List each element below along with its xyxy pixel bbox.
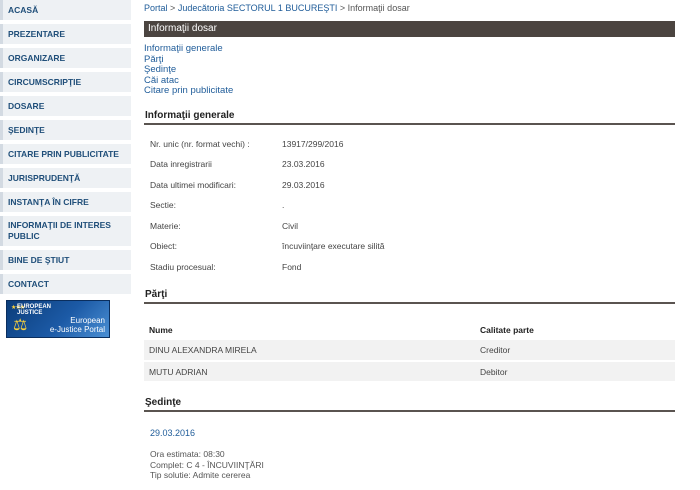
anchor-sedinte[interactable]: Şedinţe [144, 64, 675, 76]
section-title-parti: Părţi [144, 289, 675, 304]
info-label: Obiect: [150, 241, 177, 251]
info-value: Civil [282, 220, 299, 231]
breadcrumb-portal[interactable]: Portal [144, 3, 168, 13]
anchor-citare[interactable]: Citare prin publicitate [144, 85, 675, 97]
info-row: Materie: Civil [144, 221, 675, 242]
info-label: Nr. unic (nr. format vechi) : [150, 138, 250, 149]
info-row: Obiect: încuviinţare executare silită [144, 241, 675, 262]
banner-title-line2: e-Justice Portal [49, 325, 105, 334]
section-title-general: Informaţii generale [144, 110, 675, 125]
breadcrumb-current: Informaţii dosar [347, 3, 410, 13]
info-value: 23.03.2016 [282, 159, 325, 169]
section-anchor-links: Informaţii generale Părţi Şedinţe Căi at… [144, 43, 675, 97]
party-name: MUTU ADRIAN [144, 361, 480, 383]
info-value: . [282, 200, 285, 210]
section-title-sedinte: Şedinţe [144, 397, 675, 412]
table-header-row: Nume Calitate parte [144, 319, 675, 340]
info-value: încuviinţare executare silită [282, 241, 385, 251]
sedinta-ora: Ora estimata: 08:30 [150, 449, 225, 459]
parti-table: Nume Calitate parte DINU ALEXANDRA MIREL… [144, 319, 675, 383]
sedinta-complet: Complet: C 4 - ÎNCUVIINŢĂRI [150, 459, 264, 470]
info-row: Sectie:. [144, 200, 675, 221]
column-header-nume: Nume [149, 324, 173, 335]
party-name: DINU ALEXANDRA MIRELA [144, 340, 480, 362]
sidebar-nav: ACASĂ PREZENTARE ORGANIZARE CIRCUMSCRIPŢ… [0, 0, 131, 338]
sidebar-item-organizare[interactable]: ORGANIZARE [0, 48, 131, 68]
info-label: Stadiu procesual: [150, 261, 216, 272]
info-label: Data inregistrarii [150, 159, 212, 169]
banner-title-line1: European [70, 316, 105, 325]
breadcrumb-court[interactable]: Judecătoria SECTORUL 1 BUCUREŞTI [178, 3, 338, 13]
sedinta-date: 29.03.2016 [150, 428, 196, 438]
main-content: Portal > Judecătoria SECTORUL 1 BUCUREŞT… [144, 0, 675, 481]
sidebar-item-instanta-in-cifre[interactable]: INSTANŢA ÎN CIFRE [0, 192, 131, 212]
info-row: Nr. unic (nr. format vechi) : 13917/299/2… [144, 139, 675, 160]
breadcrumb: Portal > Judecătoria SECTORUL 1 BUCUREŞT… [144, 0, 675, 16]
party-role: Creditor [480, 340, 675, 362]
banner-title: European e-Justice Portal [50, 316, 105, 334]
table-row: DINU ALEXANDRA MIRELA Creditor [144, 340, 675, 362]
sidebar-item-bine-de-stiut[interactable]: BINE DE ŞTIUT [0, 250, 131, 270]
info-row: Data ultimei modificari: 29.03.2016 [144, 180, 675, 201]
sidebar-item-citare[interactable]: CITARE PRIN PUBLICITATE [0, 144, 131, 164]
sedinta-details: Ora estimata: 08:30 Complet: C 4 - ÎNCUV… [144, 449, 675, 481]
sidebar-item-prezentare[interactable]: PREZENTARE [0, 24, 131, 44]
info-label: Sectie: [150, 200, 176, 210]
page-title: Informaţii dosar [144, 21, 675, 37]
column-header-calitate: Calitate parte [480, 324, 534, 335]
anchor-parti[interactable]: Părţi [144, 54, 675, 66]
breadcrumb-separator: > [170, 3, 176, 13]
info-value: 29.03.2016 [282, 179, 325, 190]
table-row: MUTU ADRIAN Debitor [144, 361, 675, 383]
general-info-list: Nr. unic (nr. format vechi) : 13917/299/2… [144, 139, 675, 283]
sidebar-item-circumscriptie[interactable]: CIRCUMSCRIPŢIE [0, 72, 131, 92]
party-role: Debitor [480, 361, 675, 383]
sidebar-item-jurisprudenta[interactable]: JURISPRUDENŢĂ [0, 168, 131, 188]
sidebar-item-contact[interactable]: CONTACT [0, 274, 131, 294]
info-row: Stadiu procesual: Fond [144, 262, 675, 283]
scales-icon: ⚖ [13, 317, 28, 334]
anchor-informatii-generale[interactable]: Informaţii generale [144, 43, 675, 55]
sidebar-item-acasa[interactable]: ACASĂ [0, 0, 131, 20]
breadcrumb-separator: > [339, 3, 346, 13]
ejustice-portal-banner[interactable]: ★★★ EUROPEAN JUSTICE ⚖ European e-Justic… [6, 300, 110, 338]
sidebar-item-informatii-interes-public[interactable]: INFORMAŢII DE INTERES PUBLIC [0, 216, 131, 246]
info-row: Data inregistrarii 23.03.2016 [144, 159, 675, 180]
info-value: 13917/299/2016 [282, 138, 344, 149]
info-label: Data ultimei modificari: [150, 179, 236, 190]
sidebar-item-sedinte[interactable]: ŞEDINŢE [0, 120, 131, 140]
info-label: Materie: [150, 220, 181, 231]
sedinta-tip-solutie: Tip solutie: Admite cererea [150, 470, 251, 480]
info-value: Fond [282, 261, 302, 272]
sidebar-item-dosare[interactable]: DOSARE [0, 96, 131, 116]
